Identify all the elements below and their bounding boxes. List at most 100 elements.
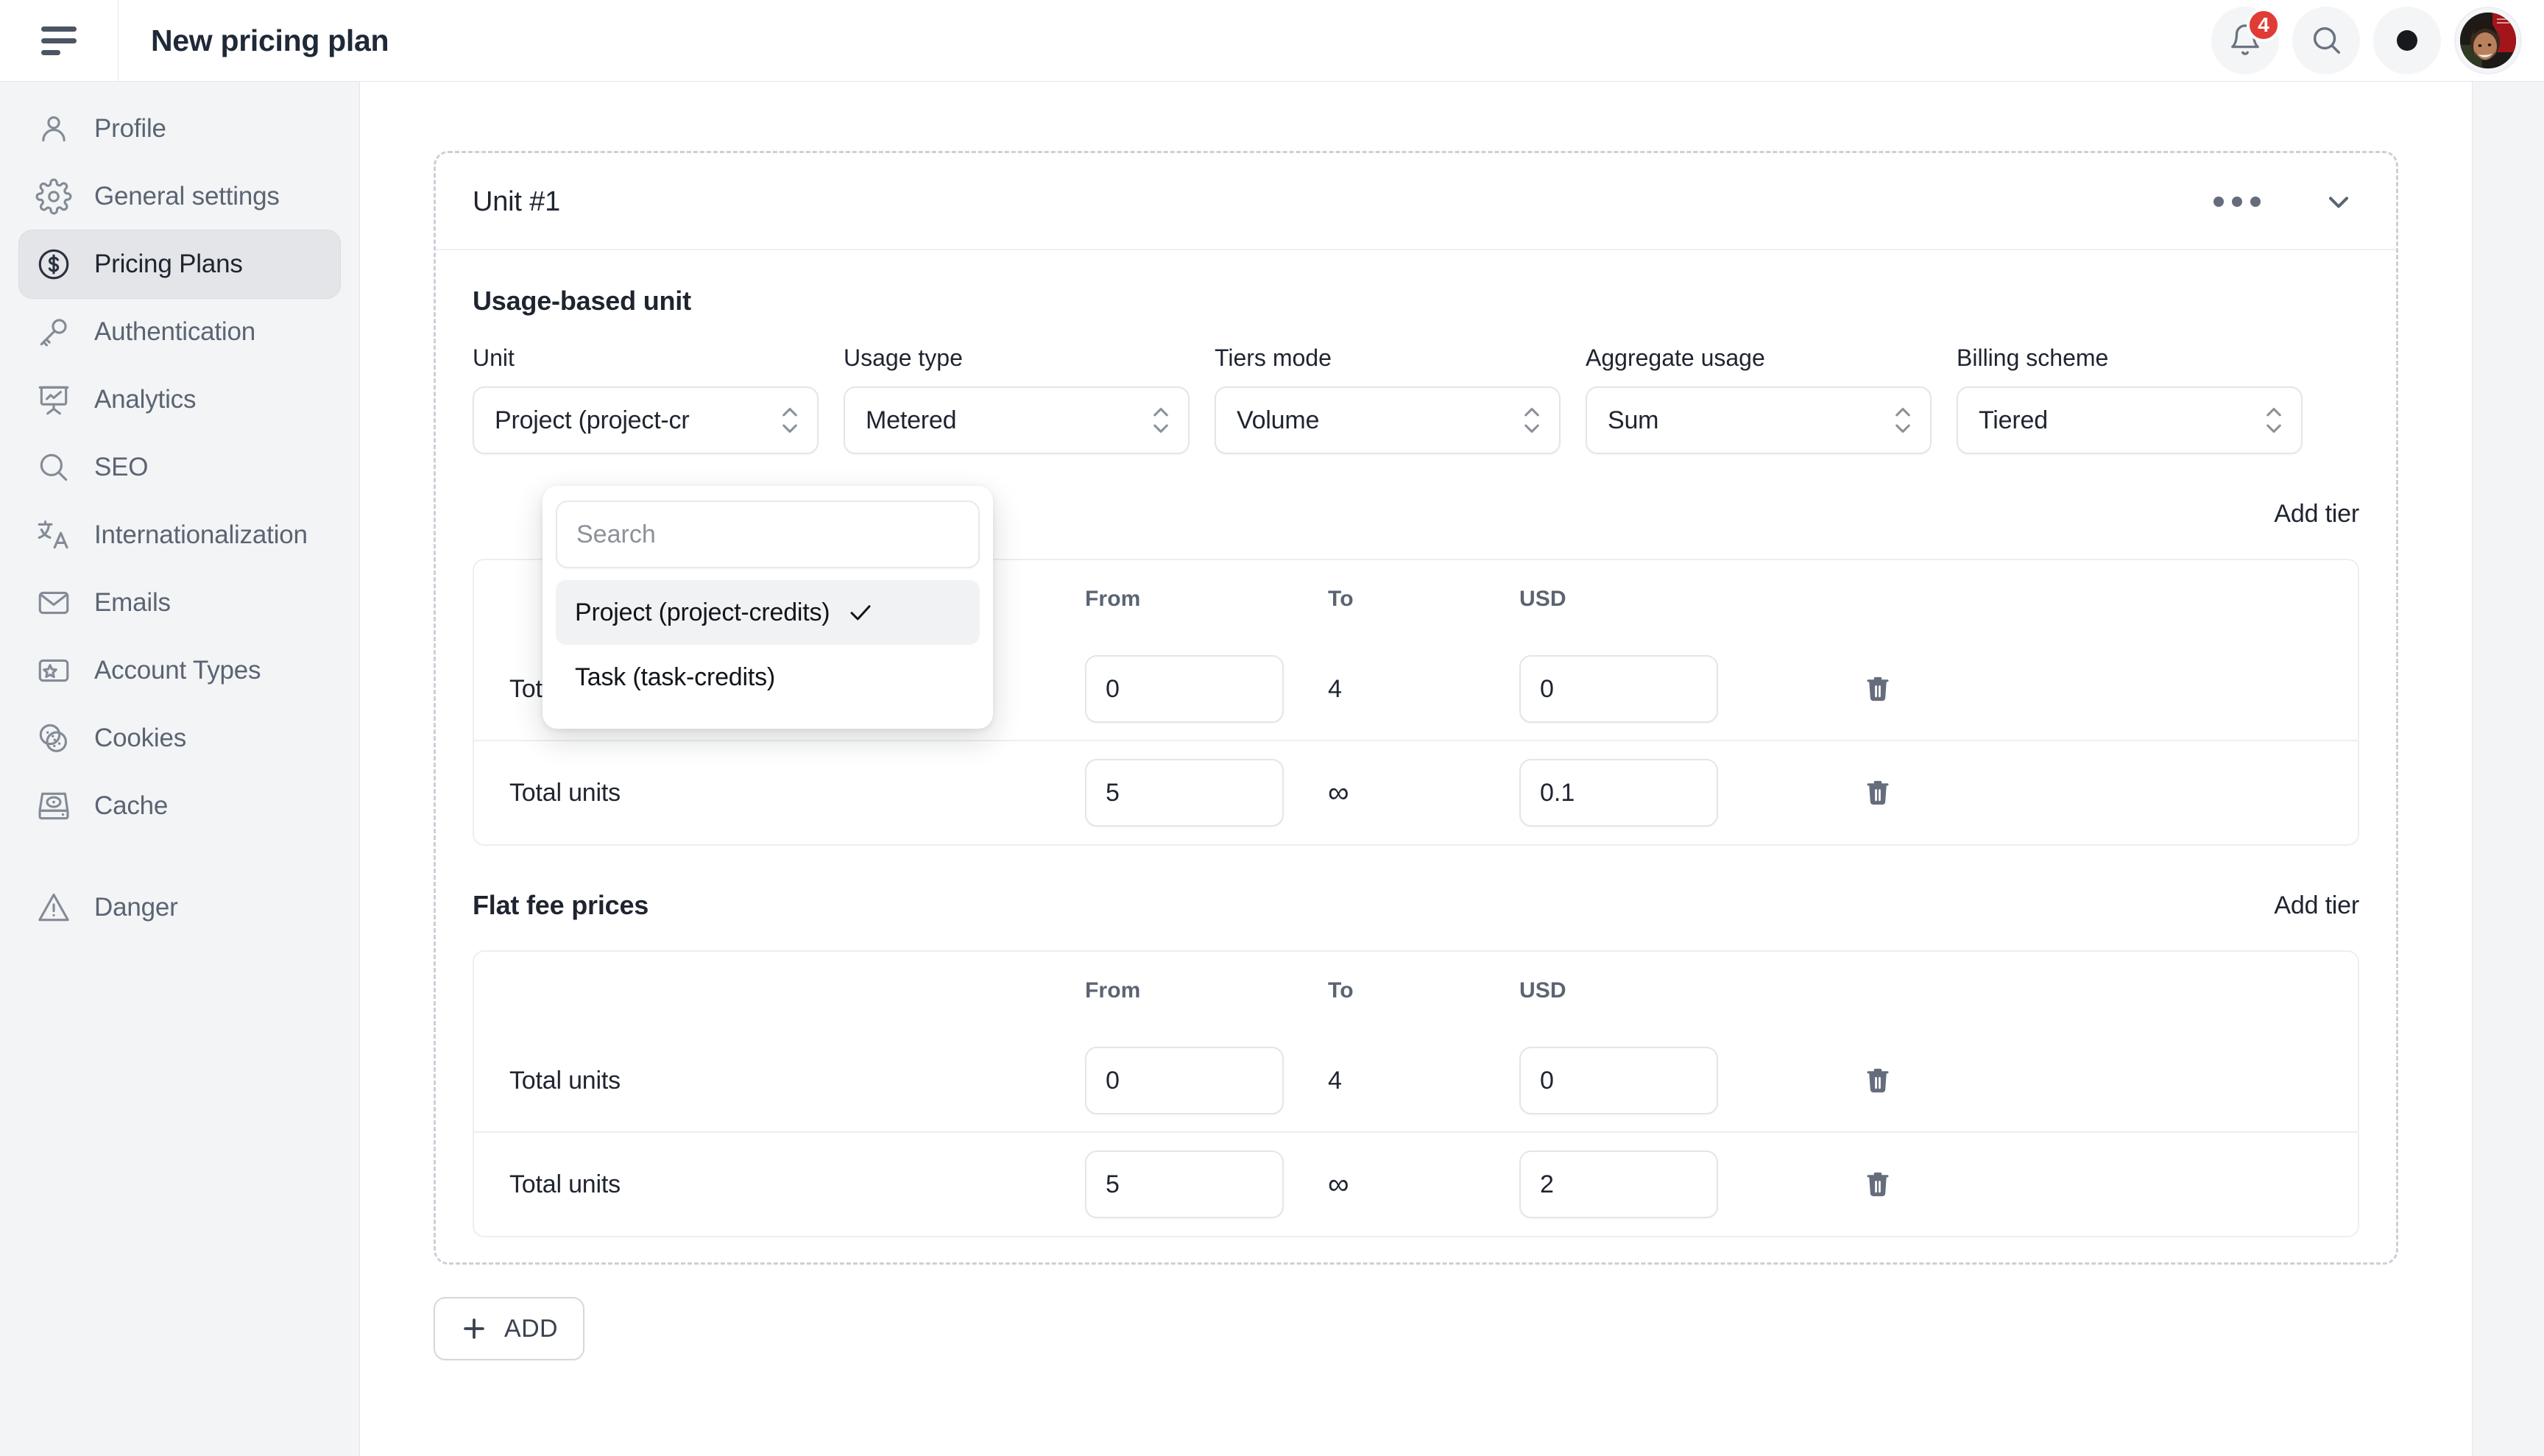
dropdown-option-list: Project (project-credits) Task (task-cre…	[556, 580, 980, 710]
col-header-from: From	[1085, 587, 1141, 611]
sidebar-item-label: General settings	[94, 182, 280, 211]
tier-usd-input[interactable]	[1519, 759, 1718, 827]
tier-from-input[interactable]	[1085, 759, 1284, 827]
sidebar-item-profile[interactable]: Profile	[19, 95, 340, 163]
chevron-updown-icon	[1521, 401, 1543, 439]
flat-fee-from-input[interactable]	[1085, 1151, 1284, 1218]
add-tier-button-usage[interactable]: Add tier	[2274, 500, 2359, 529]
search-icon	[2309, 23, 2343, 59]
sidebar-item-cookies[interactable]: Cookies	[19, 704, 340, 772]
sidebar-item-account-types[interactable]: Account Types	[19, 637, 340, 704]
flat-fee-usd-input[interactable]	[1519, 1151, 1718, 1218]
hamburger-icon	[41, 26, 77, 55]
star-card-icon	[35, 652, 72, 689]
body-row: Profile General settings Pricing Plans A…	[0, 81, 2544, 1456]
presentation-chart-icon	[35, 381, 72, 418]
flat-fee-usd-input[interactable]	[1519, 1047, 1718, 1114]
field-billing-scheme: Billing scheme Tiered	[1957, 344, 2303, 454]
unit-fields-row: Unit Project (project-cr Usage type Mete…	[473, 344, 2359, 454]
flat-fee-thead: From To USD	[474, 952, 2358, 1030]
search-button[interactable]	[2292, 7, 2360, 74]
notification-badge: 4	[2247, 8, 2280, 42]
dropdown-search-input[interactable]	[556, 501, 980, 568]
table-row: Total units ∞	[474, 741, 2358, 844]
unit-select[interactable]: Project (project-cr	[473, 386, 819, 454]
avatar	[2460, 13, 2516, 68]
chevron-updown-icon	[779, 401, 801, 439]
ellipsis-icon[interactable]	[2208, 191, 2266, 213]
tier-to-value: ∞	[1328, 776, 1349, 809]
unit-card-header-actions	[2208, 180, 2361, 224]
tier-from-input[interactable]	[1085, 655, 1284, 723]
dropdown-option-label: Task (task-credits)	[575, 662, 776, 691]
flat-fee-table: From To USD Total units 0 4 0 Total unit…	[473, 950, 2359, 1237]
hamburger-line-3	[41, 49, 60, 55]
sidebar-item-analytics[interactable]: Analytics	[19, 366, 340, 434]
delete-flat-fee-button[interactable]	[1858, 1165, 1898, 1204]
tiers-mode-select-value: Volume	[1237, 406, 1320, 434]
flat-fee-to-value: 4	[1328, 1066, 1342, 1095]
delete-tier-button[interactable]	[1858, 669, 1898, 709]
unit-card-header: Unit #1	[436, 153, 2396, 250]
add-unit-button[interactable]: ADD	[434, 1297, 584, 1360]
dropdown-option-project-credits[interactable]: Project (project-credits)	[556, 580, 980, 645]
user-icon	[35, 110, 72, 147]
dollar-circle-icon	[35, 246, 72, 283]
delete-tier-button[interactable]	[1858, 773, 1898, 813]
hamburger-line-1	[41, 26, 77, 32]
unit-select-dropdown: Project (project-credits) Task (task-cre…	[543, 486, 993, 729]
sidebar-item-pricing-plans[interactable]: Pricing Plans	[19, 230, 340, 298]
field-label-tiers-mode: Tiers mode	[1215, 344, 1332, 371]
billing-scheme-select[interactable]: Tiered	[1957, 386, 2303, 454]
sidebar-item-cache[interactable]: Cache	[19, 772, 340, 840]
add-tier-button-flat-fee[interactable]: Add tier	[2274, 891, 2359, 920]
tiers-mode-select[interactable]: Volume	[1215, 386, 1561, 454]
aggregate-usage-select[interactable]: Sum	[1586, 386, 1932, 454]
avatar-button[interactable]	[2454, 7, 2522, 74]
sidebar-item-internationalization[interactable]: Internationalization	[19, 501, 340, 569]
sidebar-item-label: Profile	[94, 114, 166, 143]
billing-scheme-select-value: Tiered	[1979, 406, 2048, 434]
sidebar-item-danger[interactable]: Danger	[19, 874, 340, 941]
notifications-button[interactable]: 4	[2211, 7, 2280, 74]
trash-icon	[1862, 674, 1893, 704]
sidebar-item-general-settings[interactable]: General settings	[19, 163, 340, 230]
sidebar-item-emails[interactable]: Emails	[19, 569, 340, 637]
field-label-unit: Unit	[473, 344, 515, 371]
usage-type-select[interactable]: Metered	[844, 386, 1190, 454]
sidebar-toggle-button[interactable]	[0, 0, 118, 81]
main-content: Unit #1 Usage-based unit Unit Project (p…	[360, 81, 2544, 1456]
dropdown-option-task-credits[interactable]: Task (task-credits)	[556, 645, 980, 710]
chevron-down-icon[interactable]	[2317, 180, 2361, 224]
flat-fee-from-input[interactable]	[1085, 1047, 1284, 1114]
unit-card-body: Usage-based unit Unit Project (project-c…	[436, 250, 2396, 1237]
chevron-updown-icon	[2263, 401, 2285, 439]
tier-usd-input[interactable]	[1519, 655, 1718, 723]
envelope-icon	[35, 584, 72, 621]
col-header-from: From	[1085, 978, 1141, 1003]
field-aggregate-usage: Aggregate usage Sum	[1586, 344, 1932, 454]
sidebar-item-authentication[interactable]: Authentication	[19, 298, 340, 366]
col-header-actions	[1858, 560, 2358, 638]
hamburger-line-2	[41, 38, 77, 43]
sidebar-item-label: Danger	[94, 893, 178, 922]
translate-icon	[35, 517, 72, 554]
tier-to-value: 4	[1328, 674, 1342, 703]
field-label-aggregate-usage: Aggregate usage	[1586, 344, 1765, 371]
field-usage-type: Usage type Metered	[844, 344, 1190, 454]
gear-icon	[35, 178, 72, 215]
theme-toggle-button[interactable]	[2373, 7, 2441, 74]
table-header-row: From To USD	[474, 952, 2358, 1030]
dropdown-option-label: Project (project-credits)	[575, 598, 830, 626]
row-label: Total units	[509, 778, 621, 807]
page-scrollbar-gutter[interactable]	[2472, 82, 2544, 1456]
page-title: New pricing plan	[151, 23, 389, 57]
flat-fee-to-value: ∞	[1328, 1167, 1349, 1201]
sidebar-item-label: Authentication	[94, 317, 256, 346]
col-header-to: To	[1328, 978, 1354, 1003]
delete-flat-fee-button[interactable]	[1858, 1061, 1898, 1100]
sidebar-item-seo[interactable]: SEO	[19, 434, 340, 501]
field-tiers-mode: Tiers mode Volume	[1215, 344, 1561, 454]
topbar-divider	[118, 0, 119, 81]
